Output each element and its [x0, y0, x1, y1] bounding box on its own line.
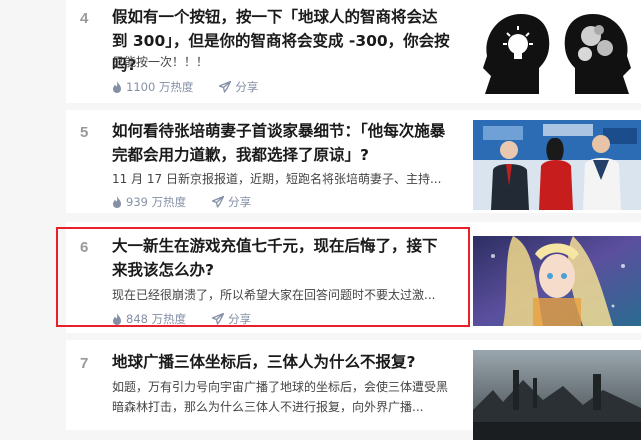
item-excerpt: 只能按一次！！！ — [112, 55, 209, 69]
share-label: 分享 — [235, 80, 259, 94]
event-photo-image[interactable] — [473, 120, 641, 210]
share-button[interactable]: 分享 — [212, 194, 251, 210]
heat-indicator: 1100 万热度 — [112, 79, 193, 95]
heat-text: 1100 万热度 — [126, 80, 194, 94]
rank-number: 4 — [80, 10, 89, 27]
heat-text: 939 万热度 — [126, 195, 187, 209]
paper-plane-icon — [219, 81, 232, 93]
share-button[interactable]: 分享 — [219, 79, 258, 95]
rank-number: 5 — [80, 124, 89, 141]
head-silhouettes-image[interactable] — [473, 6, 641, 96]
list-item[interactable]: 5 如何看待张培萌妻子首谈家暴细节：「他每次施暴完都会用力道歉，我都选择了原谅」… — [66, 110, 641, 213]
item-meta: 939 万热度 分享 — [112, 193, 277, 211]
flame-icon — [113, 81, 121, 93]
list-item[interactable]: 7 地球广播三体坐标后，三体人为什么不报复? 如题，万有引力号向宇宙广播了地球的… — [66, 340, 641, 440]
item-title[interactable]: 地球广播三体坐标后，三体人为什么不报复? — [112, 350, 452, 374]
dark-scene-image[interactable] — [473, 350, 641, 440]
item-excerpt: 11 月 17 日新京报报道，近期，短跑名将张培萌妻子、主持... — [112, 172, 442, 186]
heat-indicator: 939 万热度 — [112, 194, 186, 210]
highlight-box — [56, 227, 470, 327]
item-excerpt: 如题，万有引力号向宇宙广播了地球的坐标后，会使三体遭受黑暗森林打击，那么为什么三… — [112, 380, 449, 414]
item-title[interactable]: 如何看待张培萌妻子首谈家暴细节：「他每次施暴完都会用力道歉，我都选择了原谅」? — [112, 119, 452, 167]
item-meta: 1100 万热度 分享 — [112, 78, 284, 96]
rank-number: 7 — [80, 355, 89, 372]
share-label: 分享 — [228, 195, 252, 209]
list-item[interactable]: 4 假如有一个按钮，按一下「地球人的智商将会达到 300」，但是你的智商将会变成… — [66, 0, 641, 103]
game-character-image[interactable] — [473, 236, 641, 326]
paper-plane-icon — [212, 196, 225, 208]
flame-icon — [113, 196, 121, 208]
